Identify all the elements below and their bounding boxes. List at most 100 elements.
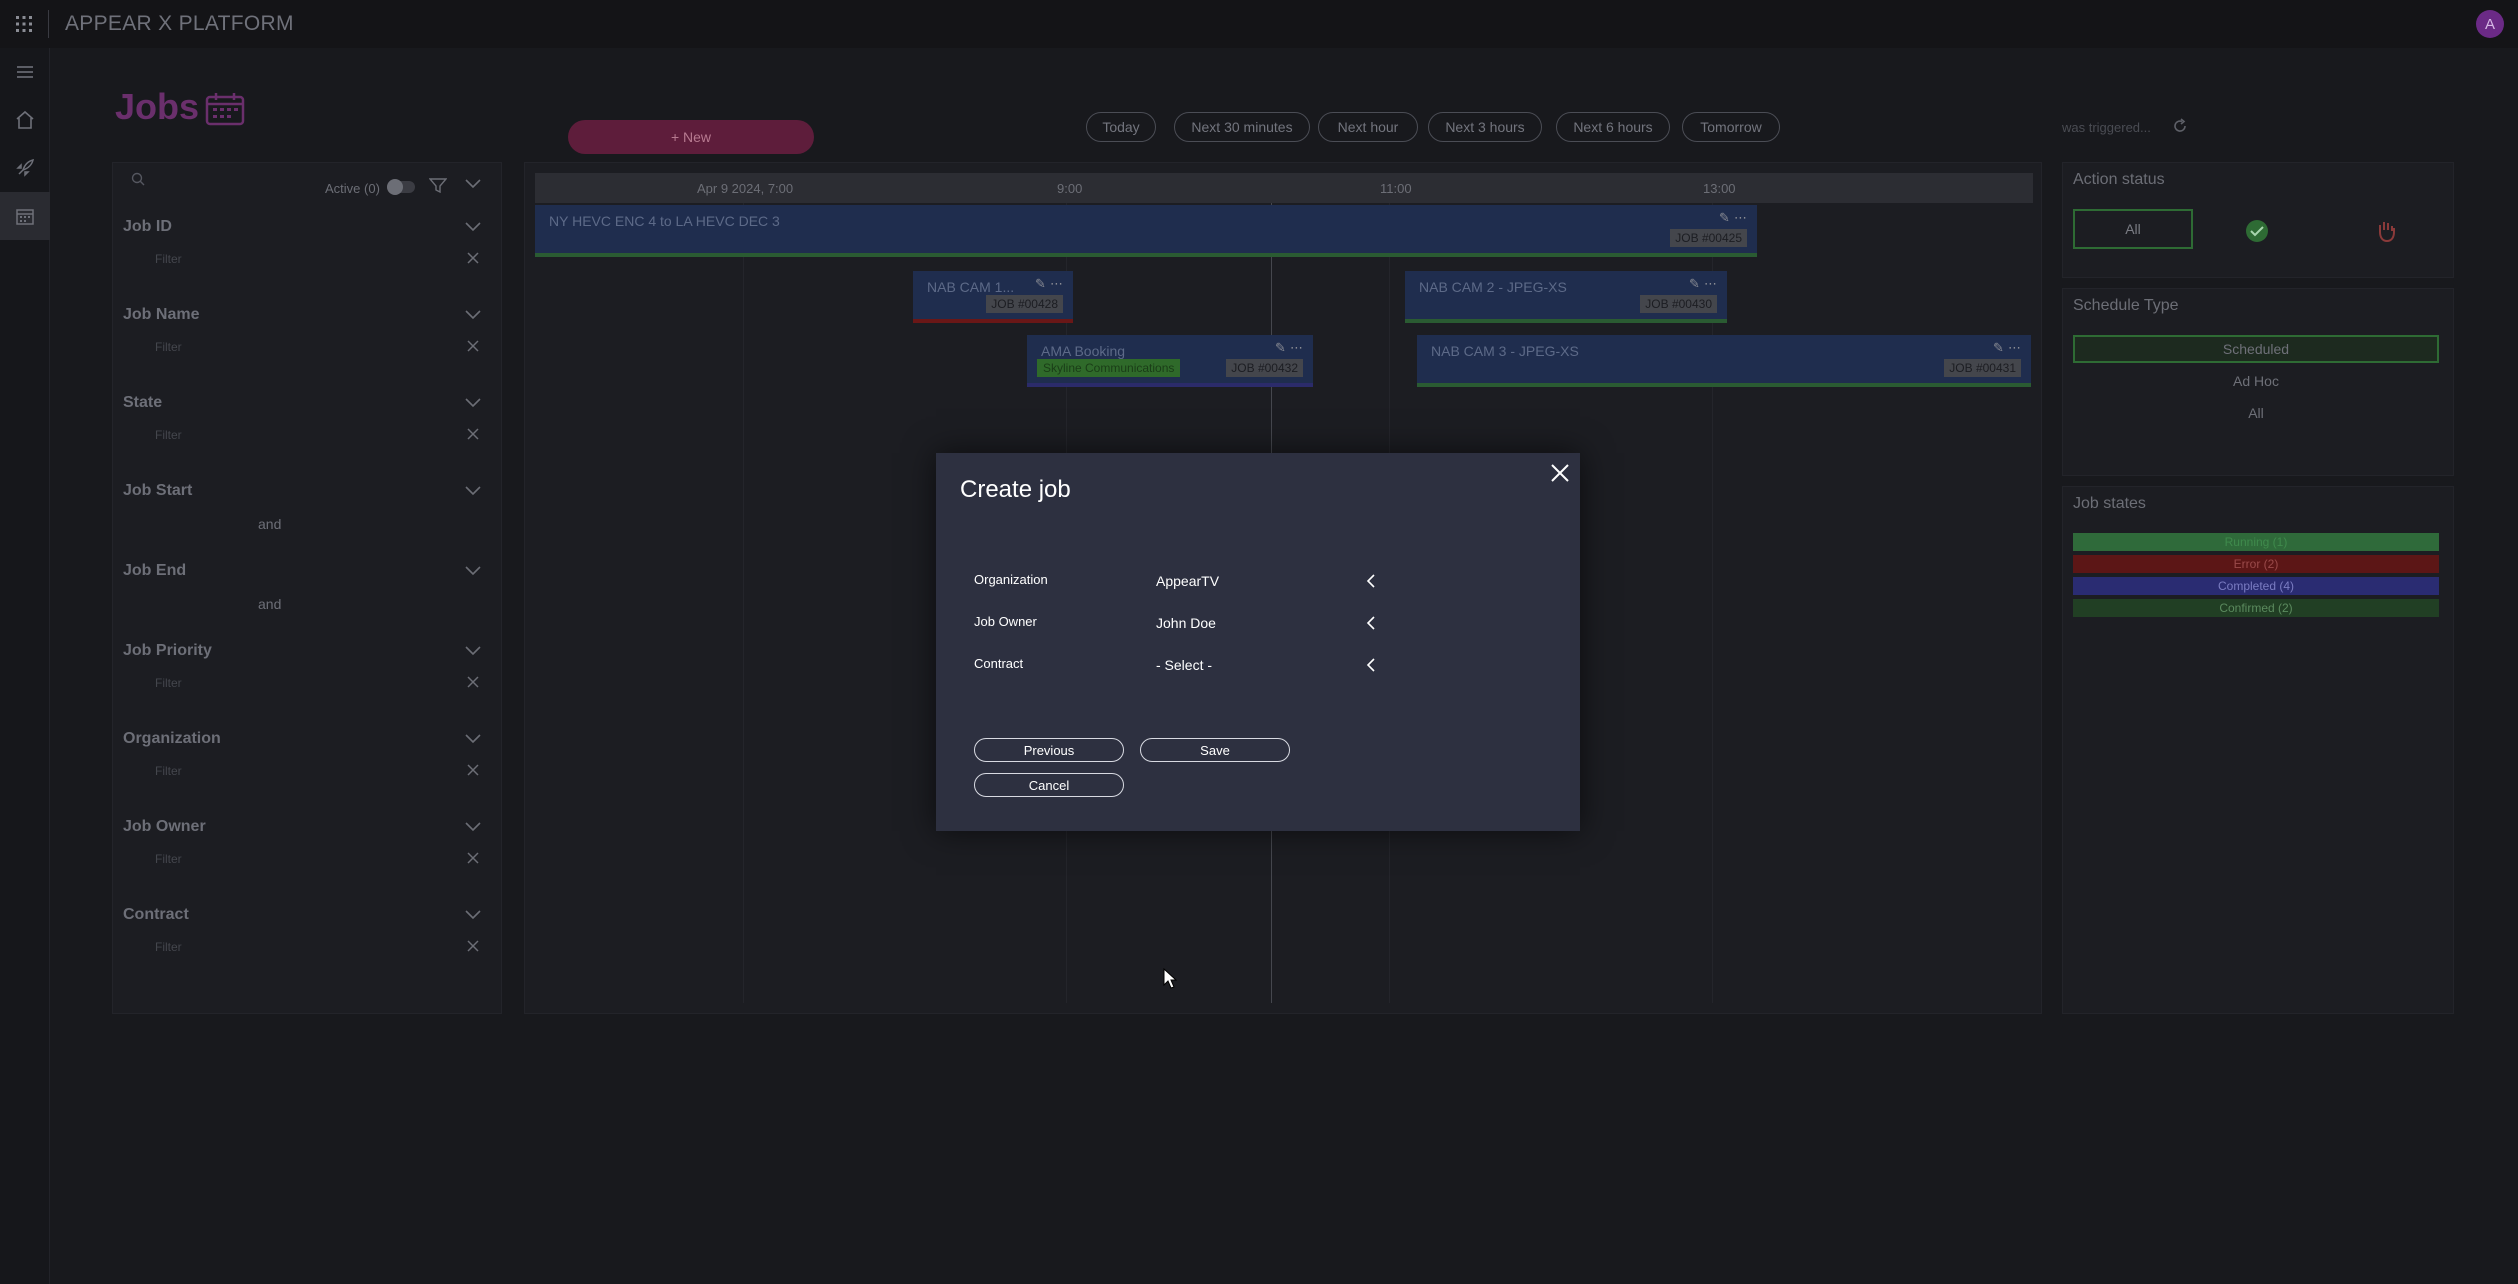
contract-field[interactable]: Contract - Select - bbox=[974, 654, 1376, 678]
filter-section-label: Job End bbox=[123, 562, 187, 579]
filter-section-label: Job ID bbox=[123, 218, 172, 235]
schedule-type-all[interactable]: All bbox=[2073, 399, 2439, 427]
filter-input[interactable]: Filter bbox=[155, 852, 182, 866]
job-state-error[interactable]: Error (2) bbox=[2073, 555, 2439, 573]
clear-icon[interactable] bbox=[467, 852, 479, 864]
filter-section-label: Organization bbox=[123, 730, 221, 747]
job-owner-field[interactable]: Job Owner John Doe bbox=[974, 612, 1376, 636]
chevron-down-icon[interactable] bbox=[465, 398, 481, 408]
filter-section-label: State bbox=[123, 394, 163, 411]
organization-field[interactable]: Organization AppearTV bbox=[974, 570, 1376, 594]
chevron-down-icon[interactable] bbox=[465, 486, 481, 496]
job-name: AMA Booking bbox=[1041, 343, 1126, 359]
filter-input[interactable]: Filter bbox=[155, 764, 182, 778]
job-owner-select[interactable]: John Doe bbox=[1156, 615, 1216, 631]
job-actions[interactable]: ✎ ⋯ bbox=[1689, 277, 1717, 292]
create-job-dialog: Create job Organization AppearTV Job Own… bbox=[936, 453, 1580, 831]
chevron-down-icon[interactable] bbox=[465, 222, 481, 232]
range-tomorrow-button[interactable]: Tomorrow bbox=[1682, 112, 1780, 142]
active-toggle[interactable] bbox=[387, 179, 415, 195]
chevron-down-icon[interactable] bbox=[465, 179, 481, 189]
clear-icon[interactable] bbox=[467, 340, 479, 352]
job-bar[interactable]: NAB CAM 1... ✎ ⋯ JOB #00428 bbox=[913, 271, 1073, 323]
filter-input[interactable]: Filter bbox=[155, 676, 182, 690]
chevron-left-icon[interactable] bbox=[1366, 574, 1376, 588]
rocket-icon[interactable] bbox=[0, 144, 50, 192]
chevron-down-icon[interactable] bbox=[465, 822, 481, 832]
range-next-6-hours-button[interactable]: Next 6 hours bbox=[1556, 112, 1670, 142]
search-icon[interactable] bbox=[131, 172, 145, 186]
gridline bbox=[1712, 203, 1713, 1003]
field-label: Contract bbox=[974, 656, 1024, 671]
job-state-running[interactable]: Running (1) bbox=[2073, 533, 2439, 551]
range-today-button[interactable]: Today bbox=[1086, 112, 1156, 142]
dialog-title: Create job bbox=[960, 476, 1071, 503]
refresh-icon[interactable] bbox=[2172, 118, 2188, 134]
save-button[interactable]: Save bbox=[1140, 738, 1290, 762]
schedule-type-ad-hoc[interactable]: Ad Hoc bbox=[2073, 367, 2439, 395]
chevron-left-icon[interactable] bbox=[1366, 616, 1376, 630]
chevron-down-icon[interactable] bbox=[465, 910, 481, 920]
job-actions[interactable]: ✎ ⋯ bbox=[1719, 211, 1747, 226]
chevron-down-icon[interactable] bbox=[465, 566, 481, 576]
job-bar[interactable]: NY HEVC ENC 4 to LA HEVC DEC 3 ✎ ⋯ JOB #… bbox=[535, 205, 1757, 257]
job-bar[interactable]: NAB CAM 3 - JPEG-XS ✎ ⋯ JOB #00431 bbox=[1417, 335, 2031, 387]
clear-icon[interactable] bbox=[467, 940, 479, 952]
range-next-3-hours-button[interactable]: Next 3 hours bbox=[1428, 112, 1542, 142]
filter-funnel-icon[interactable] bbox=[429, 177, 447, 193]
filter-section-label: Job Start bbox=[123, 482, 193, 499]
contract-select[interactable]: - Select - bbox=[1156, 657, 1212, 673]
job-bar[interactable]: NAB CAM 2 - JPEG-XS ✎ ⋯ JOB #00430 bbox=[1405, 271, 1727, 323]
previous-button[interactable]: Previous bbox=[974, 738, 1124, 762]
timeline-tick: 9:00 bbox=[1057, 181, 1083, 196]
left-nav bbox=[0, 48, 50, 1284]
timeline-tick: Apr 9 2024, 7:00 bbox=[697, 181, 794, 196]
menu-icon[interactable] bbox=[0, 48, 50, 96]
home-icon[interactable] bbox=[0, 96, 50, 144]
job-bar[interactable]: AMA Booking ✎ ⋯ Skyline Communications J… bbox=[1027, 335, 1313, 387]
action-status-all-button[interactable]: All bbox=[2073, 209, 2193, 249]
calendar-icon[interactable] bbox=[205, 92, 245, 126]
range-next-30-minutes-button[interactable]: Next 30 minutes bbox=[1174, 112, 1310, 142]
panel-title: Action status bbox=[2073, 171, 2165, 188]
job-state-confirmed[interactable]: Confirmed (2) bbox=[2073, 599, 2439, 617]
job-name: NAB CAM 3 - JPEG-XS bbox=[1431, 343, 1579, 359]
clear-icon[interactable] bbox=[467, 676, 479, 688]
app-title: APPEAR X PLATFORM bbox=[65, 12, 294, 35]
app-launcher-icon[interactable] bbox=[0, 0, 48, 48]
schedule-type-scheduled[interactable]: Scheduled bbox=[2073, 335, 2439, 363]
chevron-down-icon[interactable] bbox=[465, 646, 481, 656]
filter-section-label: Contract bbox=[123, 906, 189, 923]
field-label: Job Owner bbox=[974, 614, 1037, 629]
divider bbox=[48, 10, 49, 38]
check-icon[interactable] bbox=[2245, 219, 2269, 243]
trigger-status-text: was triggered... bbox=[2062, 120, 2151, 135]
hand-stop-icon[interactable] bbox=[2375, 219, 2397, 243]
job-name: NY HEVC ENC 4 to LA HEVC DEC 3 bbox=[549, 213, 780, 229]
clear-icon[interactable] bbox=[467, 252, 479, 264]
filter-input[interactable]: Filter bbox=[155, 940, 182, 954]
chevron-down-icon[interactable] bbox=[465, 734, 481, 744]
range-joiner: and bbox=[258, 516, 282, 532]
job-state-completed[interactable]: Completed (4) bbox=[2073, 577, 2439, 595]
filter-input[interactable]: Filter bbox=[155, 252, 182, 266]
active-filter-label: Active (0) bbox=[325, 181, 380, 196]
filter-section-label: Job Owner bbox=[123, 818, 206, 835]
chevron-down-icon[interactable] bbox=[465, 310, 481, 320]
clear-icon[interactable] bbox=[467, 764, 479, 776]
new-job-button[interactable]: + New bbox=[568, 120, 814, 154]
avatar[interactable]: A bbox=[2476, 10, 2504, 38]
cancel-button[interactable]: Cancel bbox=[974, 773, 1124, 797]
job-actions[interactable]: ✎ ⋯ bbox=[1035, 277, 1063, 292]
range-next-hour-button[interactable]: Next hour bbox=[1318, 112, 1418, 142]
job-actions[interactable]: ✎ ⋯ bbox=[1993, 341, 2021, 356]
chevron-left-icon[interactable] bbox=[1366, 658, 1376, 672]
organization-select[interactable]: AppearTV bbox=[1156, 573, 1219, 589]
calendar-icon[interactable] bbox=[0, 192, 50, 240]
clear-icon[interactable] bbox=[467, 428, 479, 440]
close-icon[interactable] bbox=[1548, 461, 1572, 485]
filter-input[interactable]: Filter bbox=[155, 340, 182, 354]
job-states-panel: Job states Running (1) Error (2) Complet… bbox=[2062, 486, 2454, 1014]
filter-input[interactable]: Filter bbox=[155, 428, 182, 442]
job-actions[interactable]: ✎ ⋯ bbox=[1275, 341, 1303, 356]
